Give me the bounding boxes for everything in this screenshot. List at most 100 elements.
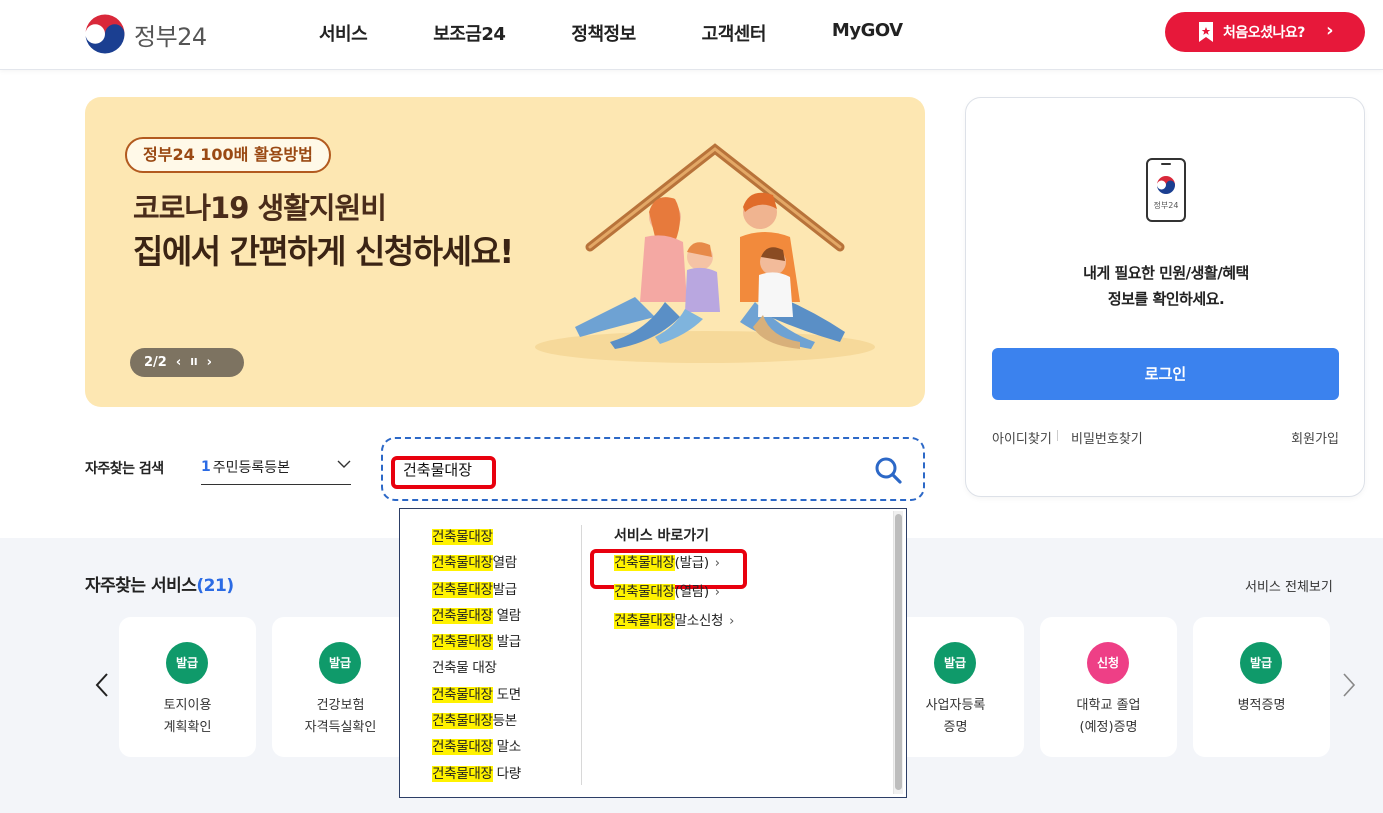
service-card-name: 병적증명 <box>1237 698 1286 713</box>
suggestion-item[interactable]: 건축물대장열람 <box>432 551 582 577</box>
service-card-business-registration[interactable]: 발급 사업자등록 증명 <box>887 617 1024 757</box>
frequent-search-rank: 1 <box>201 459 211 475</box>
signup-link[interactable]: 회원가입 <box>1291 428 1339 447</box>
suggestion-item[interactable]: 건축물대장등본 <box>432 709 582 735</box>
suggestion-rest: 말소 <box>492 739 522 756</box>
main-banner[interactable]: 정부24 100배 활용방법 코로나19 생활지원비 집에서 간편하게 신청하세… <box>85 97 925 407</box>
phone-label: 정부24 <box>1154 200 1179 210</box>
service-card-name: 토지이용 계획확인 <box>163 698 212 735</box>
issue-badge: 발급 <box>934 642 976 684</box>
service-card-land-use[interactable]: 발급 토지이용 계획확인 <box>119 617 256 757</box>
frequent-search-value: 주민등록등본 <box>212 460 291 476</box>
issue-badge: 발급 <box>319 642 361 684</box>
chevron-left-icon[interactable] <box>92 670 112 700</box>
site-header: 정부24 서비스 보조금24 정책정보 고객센터 MyGOV 처음오셨나요? › <box>0 0 1383 70</box>
apply-badge: 신청 <box>1087 642 1129 684</box>
family-house-illustration <box>535 143 875 363</box>
suggestion-rest: 다량 <box>492 765 522 782</box>
shortcut-building-register-issue[interactable]: 건축물대장(발급) › <box>614 551 734 580</box>
issue-badge: 발급 <box>166 642 208 684</box>
search-autocomplete-dropdown: 건축물대장 건축물대장열람 건축물대장발급 건축물대장 열람 건축물대장 발급 … <box>399 508 907 798</box>
login-message: 내게 필요한 민원/생활/혜택 정보를 확인하세요. <box>966 260 1366 312</box>
mobile-phone-icon: 정부24 <box>1146 158 1186 222</box>
suggestion-list: 건축물대장 건축물대장열람 건축물대장발급 건축물대장 열람 건축물대장 발급 … <box>432 525 582 788</box>
first-visit-button[interactable]: 처음오셨나요? › <box>1165 12 1365 52</box>
service-card-name: 사업자등록 증명 <box>925 698 986 735</box>
gov24-logo[interactable]: 정부24 <box>84 13 207 55</box>
shortcut-rest: (발급) <box>674 555 709 571</box>
suggestion-rest: 열람 <box>492 607 522 624</box>
login-message-line2: 정보를 확인하세요. <box>1107 290 1225 308</box>
shortcut-match: 건축물대장 <box>614 613 675 629</box>
shortcut-rest: 말소신청 <box>674 613 724 629</box>
nav-policy-info[interactable]: 정책정보 <box>571 20 636 46</box>
service-card-name: 대학교 졸업 (예정)증명 <box>1076 698 1141 735</box>
nav-mygov[interactable]: MyGOV <box>832 20 903 46</box>
frequent-services-title-text: 자주찾는 서비스 <box>85 576 197 596</box>
suggestion-item[interactable]: 건축물 대장 <box>432 656 582 682</box>
logo-text: 정부24 <box>134 22 207 51</box>
service-card-name: 건강보험 자격득실확인 <box>304 698 377 735</box>
suggestion-item[interactable]: 건축물대장 발급 <box>432 630 582 656</box>
suggestion-item[interactable]: 건축물대장 다량 <box>432 762 582 788</box>
suggestion-match: 건축물대장 <box>432 581 493 598</box>
suggestion-match: 건축물대장 <box>432 765 493 782</box>
bookmark-star-icon <box>1199 22 1213 42</box>
banner-prev-icon[interactable]: ‹ <box>176 355 181 370</box>
suggestion-item[interactable]: 건축물대장 말소 <box>432 735 582 761</box>
banner-badge: 정부24 100배 활용방법 <box>125 137 331 173</box>
nav-subsidy24[interactable]: 보조금24 <box>433 20 506 46</box>
login-button[interactable]: 로그인 <box>992 348 1339 400</box>
nav-services[interactable]: 서비스 <box>319 20 368 46</box>
suggestion-match: 건축물대장 <box>432 713 493 730</box>
shortcut-match: 건축물대장 <box>614 555 675 571</box>
suggestion-match: 건축물대장 <box>432 555 493 572</box>
frequent-services-count: (21) <box>196 576 234 596</box>
banner-next-icon[interactable]: › <box>207 355 212 370</box>
suggestion-item[interactable]: 건축물대장 열람 <box>432 604 582 630</box>
banner-page-indicator: 2/2 <box>144 355 167 370</box>
link-divider <box>1057 430 1058 441</box>
suggestion-item[interactable]: 건축물대장 도면 <box>432 683 582 709</box>
dropdown-scrollbar-thumb[interactable] <box>895 514 902 790</box>
find-password-link[interactable]: 비밀번호찾기 <box>1071 428 1143 447</box>
chevron-right-icon: › <box>1326 20 1333 41</box>
banner-title-line1: 코로나19 생활지원비 <box>133 191 387 225</box>
suggestion-match: 건축물대장 <box>432 686 493 703</box>
shortcut-match: 건축물대장 <box>614 584 675 600</box>
dropdown-scrollbar[interactable] <box>893 511 903 794</box>
suggestion-rest: 도면 <box>492 686 522 703</box>
shortcut-title: 서비스 바로가기 <box>614 528 710 544</box>
chevron-down-icon <box>337 460 351 468</box>
suggestion-item[interactable]: 건축물대장 <box>432 525 582 551</box>
main-nav: 서비스 보조금24 정책정보 고객센터 MyGOV <box>319 20 969 46</box>
frequent-services-title: 자주찾는 서비스(21) <box>85 571 234 596</box>
shortcut-building-register-cancel[interactable]: 건축물대장말소신청 › <box>614 609 734 638</box>
suggestion-match: 건축물대장 <box>432 739 493 756</box>
suggestion-item[interactable]: 건축물대장발급 <box>432 578 582 604</box>
suggestion-rest: 건축물 대장 <box>432 660 497 677</box>
dropdown-divider <box>581 525 582 785</box>
login-card: 정부24 내게 필요한 민원/생활/혜택 정보를 확인하세요. 로그인 아이디찾… <box>965 97 1365 497</box>
service-shortcuts: 서비스 바로가기 건축물대장(발급) › 건축물대장(열람) › 건축물대장말소신청… <box>614 525 734 638</box>
suggestion-rest: 열람 <box>492 555 518 572</box>
view-all-services-link[interactable]: 서비스 전체보기 <box>1245 576 1333 595</box>
frequent-search-select[interactable]: 1 주민등록등본 <box>201 450 351 485</box>
suggestion-rest: 발급 <box>492 581 518 598</box>
banner-pause-icon[interactable]: II <box>190 357 197 368</box>
service-card-graduation[interactable]: 신청 대학교 졸업 (예정)증명 <box>1040 617 1177 757</box>
frequent-search-label: 자주찾는 검색 <box>85 461 164 477</box>
service-card-health-insurance[interactable]: 발급 건강보험 자격득실확인 <box>272 617 409 757</box>
find-id-link[interactable]: 아이디찾기 <box>992 428 1052 447</box>
shortcut-rest: (열람) <box>674 584 709 600</box>
service-card-military-record[interactable]: 발급 병적증명 <box>1193 617 1330 757</box>
search-box <box>381 437 925 501</box>
suggestion-match: 건축물대장 <box>432 607 493 624</box>
shortcut-building-register-view[interactable]: 건축물대장(열람) › <box>614 580 734 609</box>
banner-pager: 2/2 ‹ II › <box>130 348 244 377</box>
search-icon[interactable] <box>873 455 903 485</box>
nav-customer-center[interactable]: 고객센터 <box>702 20 767 46</box>
chevron-right-icon[interactable] <box>1339 670 1359 700</box>
search-input[interactable] <box>403 455 843 483</box>
chevron-right-icon: › <box>729 614 734 629</box>
